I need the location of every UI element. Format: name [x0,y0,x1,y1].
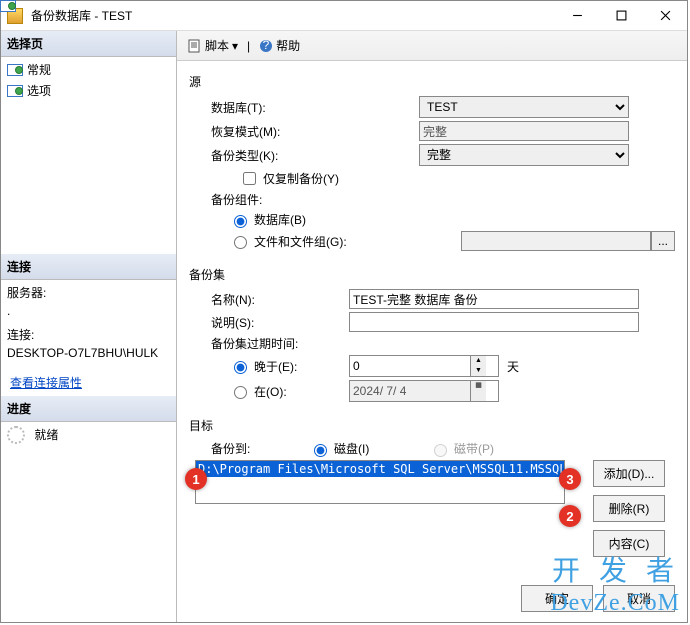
progress-header: 进度 [1,396,176,422]
calendar-icon: ▦ [471,381,486,401]
sidebar-item-label: 选项 [27,82,51,99]
backup-type-select[interactable]: 完整 [419,144,629,166]
expire-after-unit: 天 [507,358,519,375]
progress-spinner-icon [7,426,25,444]
recovery-model-field [419,121,629,141]
expire-after-spinner[interactable]: ▲▼ [349,355,499,377]
expire-on-date[interactable]: ▦ [349,380,499,402]
svg-text:?: ? [263,39,270,52]
description-label: 说明(S): [189,314,349,331]
copy-only-checkbox[interactable]: 仅复制备份(Y) [239,169,339,188]
backup-to-label: 备份到: [189,440,309,457]
disk-radio[interactable]: 磁盘(I) [309,440,429,457]
script-button[interactable]: 脚本 ▾ [185,35,241,56]
backup-type-label: 备份类型(K): [189,147,349,164]
database-select[interactable]: TEST [419,96,629,118]
progress-status: 就绪 [34,428,58,442]
expire-after-radio[interactable]: 晚于(E): [229,358,349,375]
expire-on-radio[interactable]: 在(O): [229,383,349,400]
annotation-marker-3: 3 [559,468,581,490]
backup-component-label: 备份组件: [189,191,349,208]
page-icon [7,85,23,97]
select-page-header: 选择页 [1,31,176,57]
tape-radio: 磁带(P) [429,440,494,457]
close-button[interactable] [643,2,687,30]
contents-button[interactable]: 内容(C) [593,530,665,557]
spin-up-icon: ▲ [471,356,486,366]
name-label: 名称(N): [189,291,349,308]
spin-down-icon: ▼ [471,366,486,376]
source-group-title: 源 [189,73,675,90]
sidebar-item-label: 常规 [27,61,51,78]
description-field[interactable] [349,312,639,332]
backup-set-group-title: 备份集 [189,266,675,283]
remove-button[interactable]: 删除(R) [593,495,665,522]
page-icon [7,64,23,76]
connection-header: 连接 [1,254,176,280]
add-button[interactable]: 添加(D)... [593,460,665,487]
annotation-marker-1: 1 [185,468,207,490]
link-label: 查看连接属性 [10,374,82,392]
window-title: 备份数据库 - TEST [29,7,555,24]
connection-value: DESKTOP-O7L7BHU\HULK [7,344,170,362]
chevron-down-icon: ▾ [232,39,238,53]
view-connection-properties-link[interactable]: 查看连接属性 [7,374,82,392]
sidebar-item-general[interactable]: 常规 [5,59,172,80]
component-database-radio[interactable]: 数据库(B) [229,211,306,228]
titlebar: 备份数据库 - TEST [1,1,687,31]
destination-group-title: 目标 [189,417,675,434]
files-browse-button[interactable]: ... [651,231,675,251]
maximize-button[interactable] [599,2,643,30]
files-filegroups-field [461,231,651,251]
expire-label: 备份集过期时间: [189,335,349,352]
sidebar-item-options[interactable]: 选项 [5,80,172,101]
name-field[interactable] [349,289,639,309]
help-button[interactable]: ? 帮助 [256,35,303,56]
database-label: 数据库(T): [189,99,349,116]
recovery-model-label: 恢复模式(M): [189,123,349,140]
cancel-button[interactable]: 取消 [603,585,675,612]
ok-button[interactable]: 确定 [521,585,593,612]
help-icon: ? [259,39,273,53]
server-label: 服务器: [7,284,170,302]
destination-path-item[interactable]: D:\Program Files\Microsoft SQL Server\MS… [196,461,564,477]
connection-label: 连接: [7,326,170,344]
annotation-marker-2: 2 [559,505,581,527]
destination-list[interactable]: D:\Program Files\Microsoft SQL Server\MS… [195,460,565,504]
minimize-button[interactable] [555,2,599,30]
server-value: . [7,302,170,320]
component-files-radio[interactable]: 文件和文件组(G): [229,233,347,250]
script-icon [188,39,202,53]
